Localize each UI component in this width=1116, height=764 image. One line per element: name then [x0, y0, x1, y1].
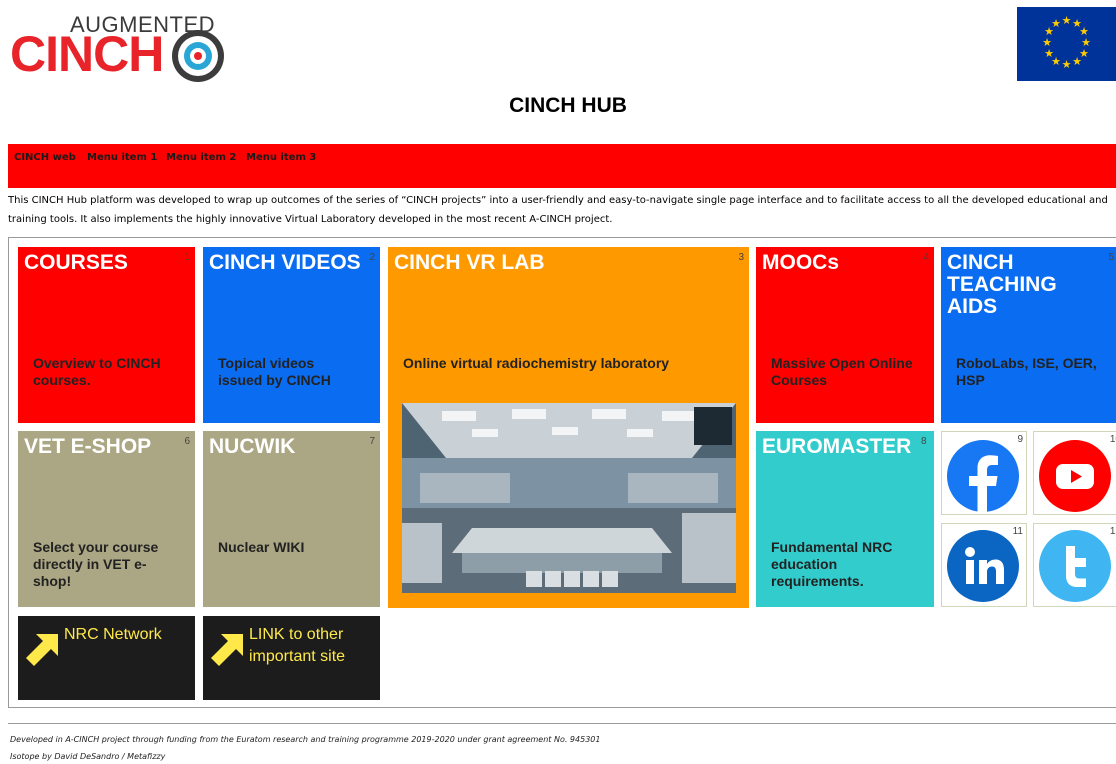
- tile-number: 7: [369, 436, 375, 447]
- facebook-link[interactable]: 9: [941, 431, 1027, 515]
- arrow-up-right-icon: [26, 634, 58, 666]
- tile-title: VET E-SHOP: [24, 435, 152, 458]
- tile-nucwik[interactable]: NUCWIK 7 Nuclear WIKI: [203, 431, 380, 607]
- footer-credit-text: Isotope by David DeSandro / Metafizzy: [10, 752, 166, 761]
- tile-description: Fundamental NRC education requirements.: [771, 539, 893, 589]
- tile-title: MOOCs: [762, 251, 840, 274]
- eu-flag-icon: ★ ★★ ★★★ ★★★ ★★★: [1017, 7, 1116, 81]
- link-other-site[interactable]: LINK to other important site: [203, 616, 380, 700]
- tile-vet-eshop[interactable]: VET E-SHOP 6 Select your course directly…: [18, 431, 195, 607]
- tile-number: 2: [369, 252, 375, 263]
- facebook-icon: [947, 440, 1019, 512]
- menu-item-2[interactable]: Menu item 2: [166, 152, 236, 163]
- tile-description: Online virtual radiochemistry laboratory: [403, 355, 670, 371]
- tile-description: Select your course directly in VET e-sho…: [33, 539, 159, 589]
- tile-description: Topical videos issued by CINCH: [218, 355, 331, 388]
- tile-cinch-vr-lab[interactable]: CINCH VR LAB 3 Online virtual radiochemi…: [388, 247, 749, 608]
- tile-title: CINCH VIDEOS: [209, 251, 361, 274]
- linkedin-link[interactable]: 11: [941, 523, 1027, 607]
- menu-item-cinch-web[interactable]: CINCH web: [14, 152, 76, 163]
- tile-grid: COURSES 1 Overview to CINCH courses. CIN…: [8, 237, 1116, 708]
- twitter-link[interactable]: 12: [1033, 523, 1116, 607]
- link-label: NRC Network: [64, 626, 162, 643]
- footer-funding-text: Developed in A-CINCH project through fun…: [10, 735, 601, 744]
- tile-description: Overview to CINCH courses.: [33, 355, 161, 388]
- target-logo-icon: [172, 30, 224, 82]
- link-label: LINK to other important site: [249, 626, 346, 665]
- svg-text:★: ★: [1051, 17, 1061, 30]
- link-nrc-network[interactable]: NRC Network: [18, 616, 195, 700]
- tile-description: RoboLabs, ISE, OER, HSP: [956, 355, 1097, 388]
- tile-description: Nuclear WIKI: [218, 539, 305, 555]
- menu-item-1[interactable]: Menu item 1: [87, 152, 157, 163]
- tile-courses[interactable]: COURSES 1 Overview to CINCH courses.: [18, 247, 195, 423]
- footer-divider: [8, 723, 1116, 724]
- svg-text:★: ★: [1062, 14, 1072, 27]
- tile-title: CINCH TEACHING AIDS: [947, 251, 1057, 318]
- main-menu-bar: CINCH web Menu item 1 Menu item 2 Menu i…: [8, 144, 1116, 188]
- tile-moocs[interactable]: MOOCs 4 Massive Open Online Courses: [756, 247, 934, 423]
- tile-euromaster[interactable]: EUROMASTER 8 Fundamental NRC education r…: [756, 431, 934, 607]
- tile-title: EUROMASTER: [762, 435, 912, 458]
- tile-number: 5: [1108, 252, 1114, 263]
- tile-number: 3: [738, 252, 744, 263]
- vr-lab-screenshot: [402, 403, 736, 593]
- logo-main-word: CINCH: [10, 26, 164, 82]
- arrow-up-right-icon: [211, 634, 243, 666]
- tile-number: 4: [923, 252, 929, 263]
- tile-teaching-aids[interactable]: CINCH TEACHING AIDS 5 RoboLabs, ISE, OER…: [941, 247, 1116, 423]
- svg-text:★: ★: [1062, 58, 1072, 71]
- tile-number: 1: [184, 252, 190, 263]
- tile-description: Massive Open Online Courses: [771, 355, 913, 388]
- linkedin-icon: [947, 530, 1019, 602]
- tile-number: 8: [921, 436, 927, 447]
- intro-paragraph: This CINCH Hub platform was developed to…: [8, 195, 1108, 225]
- tile-number: 6: [184, 436, 190, 447]
- youtube-link[interactable]: 10: [1033, 431, 1116, 515]
- menu-item-3[interactable]: Menu item 3: [246, 152, 316, 163]
- tile-title: CINCH VR LAB: [394, 251, 545, 274]
- youtube-icon: [1039, 440, 1111, 512]
- svg-text:★: ★: [1072, 55, 1082, 68]
- tile-title: COURSES: [24, 251, 128, 274]
- twitter-icon: [1039, 530, 1111, 602]
- tile-title: NUCWIK: [209, 435, 296, 458]
- tile-cinch-videos[interactable]: CINCH VIDEOS 2 Topical videos issued by …: [203, 247, 380, 423]
- page-title: CINCH HUB: [509, 94, 627, 117]
